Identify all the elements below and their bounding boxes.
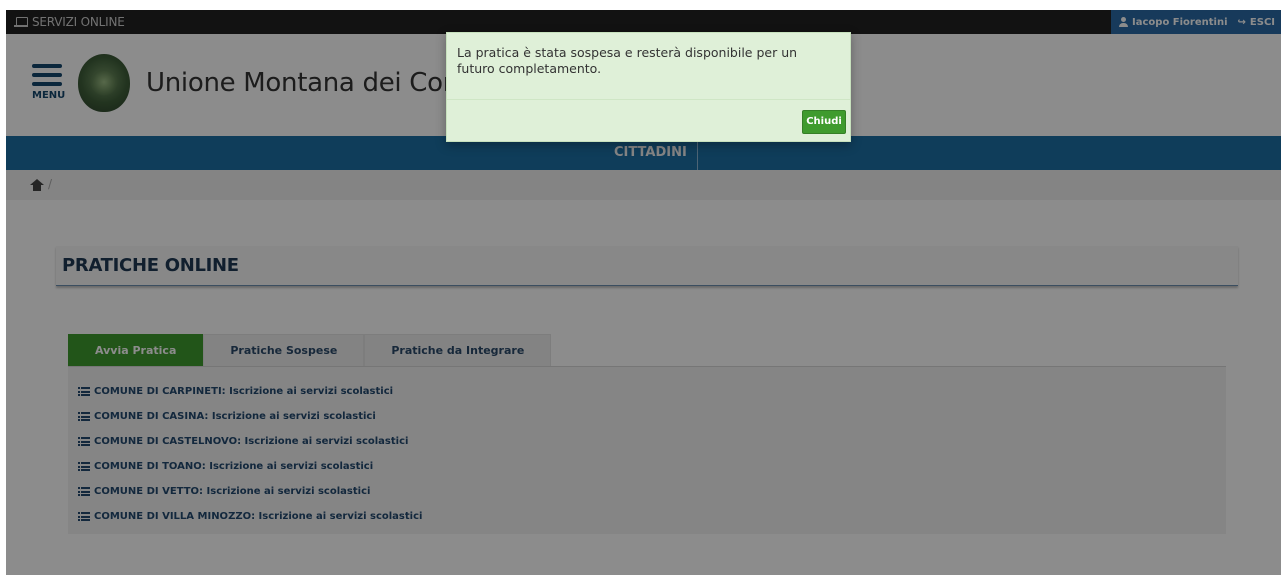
alert-message: La pratica è stata sospesa e resterà dis… [457, 45, 798, 76]
alert-dialog: La pratica è stata sospesa e resterà dis… [446, 32, 851, 142]
app-window: SERVIZI ONLINE Iacopo Fiorentini ↪ ESCI … [6, 10, 1281, 575]
close-button[interactable]: Chiudi [802, 110, 846, 134]
alert-footer: Chiudi [447, 99, 850, 143]
